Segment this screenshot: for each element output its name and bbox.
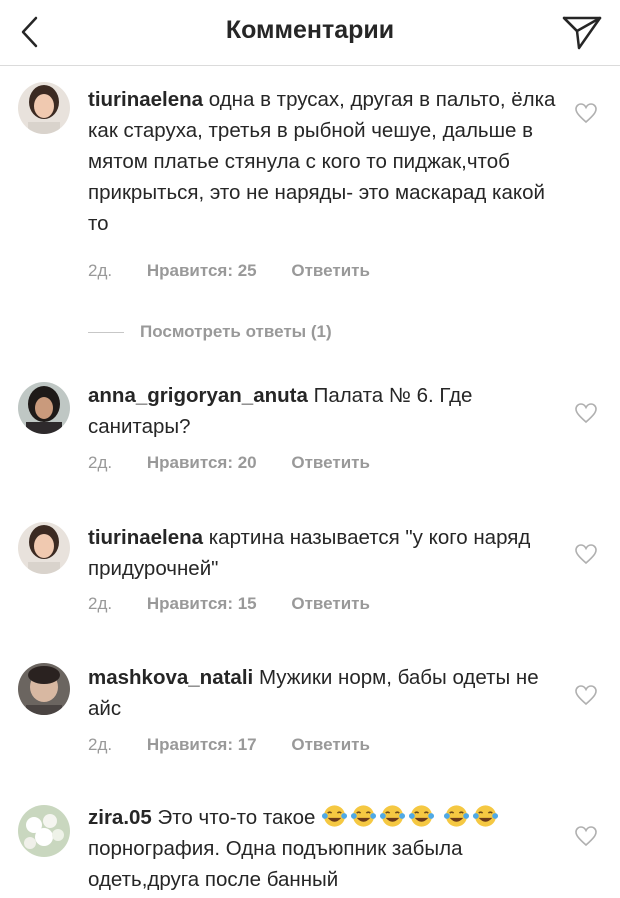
view-replies-label: Посмотреть ответы (1) [140, 322, 332, 341]
tears-of-joy-emoji-icon [472, 805, 498, 827]
share-button[interactable] [560, 12, 604, 52]
heart-icon[interactable] [574, 543, 598, 565]
comment-username[interactable]: anna_grigoryan_anuta [88, 384, 308, 407]
user-photo-icon [18, 522, 70, 574]
comment-time: 2д. [88, 735, 113, 754]
comment-meta: 2д. Нравится: 25 Ответить [88, 261, 400, 281]
tears-of-joy-emoji-icon [409, 805, 435, 827]
reply-button[interactable]: Ответить [291, 594, 370, 613]
comment-username[interactable]: tiurinaelena [88, 526, 203, 549]
comment-meta: 2д. Нравится: 15 Ответить [88, 594, 400, 614]
comment-username[interactable]: tiurinaelena [88, 88, 203, 111]
avatar[interactable] [18, 382, 70, 434]
divider [88, 331, 124, 333]
comment-time: 2д. [88, 261, 113, 280]
comment-likes[interactable]: Нравится: 17 [147, 735, 257, 754]
tears-of-joy-emoji-icon [351, 805, 377, 827]
reply-button[interactable]: Ответить [291, 261, 370, 280]
paper-plane-icon [562, 16, 602, 50]
user-photo-icon [18, 382, 70, 434]
page-title: Комментарии [225, 16, 395, 44]
comment-text-end: порнография. Одна подъюпник забыла одеть… [88, 837, 463, 891]
reply-button[interactable]: Ответить [291, 453, 370, 472]
user-photo-icon [18, 663, 70, 715]
heart-icon[interactable] [574, 102, 598, 124]
comment-username[interactable]: mashkova_natali [88, 666, 253, 689]
comment-likes[interactable]: Нравится: 25 [147, 261, 257, 280]
avatar[interactable] [18, 805, 70, 857]
comment-likes[interactable]: Нравится: 15 [147, 594, 257, 613]
avatar[interactable] [18, 522, 70, 574]
heart-icon[interactable] [574, 825, 598, 847]
heart-icon[interactable] [574, 402, 598, 424]
comment-likes[interactable]: Нравится: 20 [147, 453, 257, 472]
comment-meta: 2д. Нравится: 17 Ответить [88, 735, 400, 755]
avatar[interactable] [18, 82, 70, 134]
comment-time: 2д. [88, 453, 113, 472]
user-photo-icon [18, 82, 70, 134]
comment-username[interactable]: zira.05 [88, 806, 152, 829]
tears-of-joy-emoji-icon [322, 805, 348, 827]
heart-icon[interactable] [574, 684, 598, 706]
comment-text-start: Это что-то такое [157, 806, 316, 829]
tears-of-joy-emoji-icon [443, 805, 469, 827]
avatar[interactable] [18, 663, 70, 715]
comment-meta: 2д. Нравится: 20 Ответить [88, 453, 400, 473]
tears-of-joy-emoji-icon [380, 805, 406, 827]
header-bar: Комментарии [0, 0, 620, 66]
comment-time: 2д. [88, 594, 113, 613]
flowers-photo-icon [18, 805, 70, 857]
reply-button[interactable]: Ответить [291, 735, 370, 754]
view-replies-button[interactable]: Посмотреть ответы (1) [88, 320, 332, 344]
